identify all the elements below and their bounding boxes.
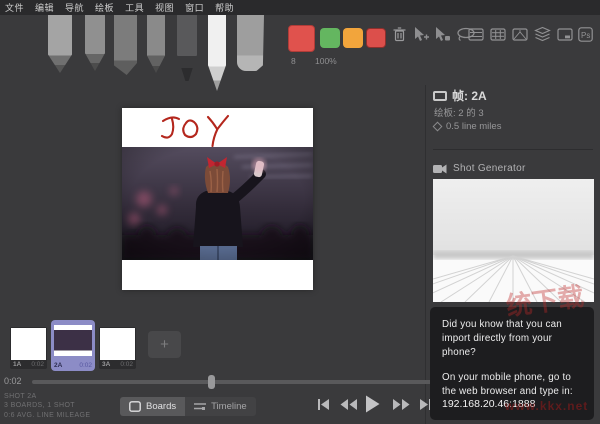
menu-file[interactable]: 文件 bbox=[5, 1, 24, 14]
thumbnail-image bbox=[100, 328, 135, 360]
move-cursor-icon[interactable] bbox=[434, 26, 451, 48]
timeline-scrubber-handle[interactable] bbox=[208, 375, 215, 389]
fast-forward-icon bbox=[392, 398, 410, 411]
tooltip-address: 192.168.20.46:1888 bbox=[442, 398, 535, 410]
line-mileage-label: 0.5 line miles bbox=[446, 121, 501, 132]
shot-generator-header[interactable]: Shot Generator bbox=[433, 163, 526, 174]
guide-grid-icon[interactable] bbox=[490, 28, 506, 46]
toolbar: 8 100% bbox=[0, 15, 600, 85]
tooltip-text-2: On your mobile phone, go to the web brow… bbox=[442, 371, 582, 399]
add-board-button[interactable]: + bbox=[148, 331, 181, 358]
boards-view-button[interactable]: Boards bbox=[120, 397, 185, 416]
view-toggle: Boards Timeline bbox=[120, 397, 256, 416]
tooltip-text-1: Did you know that you can import directl… bbox=[442, 318, 582, 361]
reference-photo bbox=[122, 147, 313, 260]
menu-boards[interactable]: 绘板 bbox=[95, 1, 114, 14]
palette-color-2[interactable] bbox=[343, 28, 363, 48]
menu-help[interactable]: 帮助 bbox=[215, 1, 234, 14]
board-duration: 0:02 bbox=[79, 362, 92, 369]
brush-opacity-value[interactable]: 100% bbox=[315, 56, 337, 66]
status-boards: 3 BOARDS, 1 SHOT bbox=[4, 401, 90, 410]
line-mileage: 0.5 line miles bbox=[434, 121, 501, 132]
photoshop-icon[interactable]: Ps bbox=[578, 27, 593, 47]
frame-icon bbox=[433, 91, 447, 101]
thumbnail-image bbox=[54, 325, 92, 356]
board-thumbnail-2a-selected[interactable]: 2A 0:02 bbox=[51, 320, 95, 371]
rewind-button[interactable] bbox=[340, 398, 358, 416]
board-duration: 0:02 bbox=[120, 361, 133, 368]
project-status: SHOT 2A 3 BOARDS, 1 SHOT 0:6 AVG. LINE M… bbox=[4, 392, 90, 420]
eraser-icon bbox=[237, 15, 264, 71]
onion-skin-icon[interactable] bbox=[534, 26, 551, 47]
timeline-view-button[interactable]: Timeline bbox=[185, 397, 256, 416]
captions-icon[interactable] bbox=[557, 28, 573, 46]
status-mileage: 0:6 AVG. LINE MILEAGE bbox=[4, 411, 90, 420]
frame-label: 帧: 2A bbox=[452, 87, 487, 104]
timeline-current-time: 0:02 bbox=[4, 376, 22, 386]
brush-icon bbox=[147, 15, 165, 73]
shot-generator-preview[interactable] bbox=[433, 179, 594, 302]
rewind-icon bbox=[340, 398, 358, 411]
boards-view-label: Boards bbox=[146, 401, 176, 412]
sidebar-divider bbox=[433, 149, 593, 150]
menu-bar: 文件 编辑 导航 绘板 工具 视图 窗口 帮助 bbox=[0, 0, 600, 15]
tool-tone[interactable] bbox=[114, 15, 137, 75]
timeline-view-label: Timeline bbox=[211, 401, 247, 412]
menu-window[interactable]: 窗口 bbox=[185, 1, 204, 14]
tool-brush[interactable] bbox=[147, 15, 165, 73]
menu-tools[interactable]: 工具 bbox=[125, 1, 144, 14]
tool-ink[interactable] bbox=[177, 15, 197, 81]
video-camera-icon bbox=[433, 164, 447, 174]
diamond-icon bbox=[433, 122, 443, 132]
ink-pen-icon bbox=[177, 15, 197, 81]
menu-navigation[interactable]: 导航 bbox=[65, 1, 84, 14]
tone-icon bbox=[114, 15, 137, 75]
boards-icon bbox=[129, 401, 141, 412]
tool-light-pencil[interactable] bbox=[48, 15, 72, 73]
board-duration: 0:02 bbox=[31, 361, 44, 368]
drawing-joy bbox=[122, 108, 313, 147]
board-id: 2A bbox=[54, 362, 62, 369]
tool-note-pen[interactable] bbox=[208, 15, 226, 91]
guide-letterbox-icon[interactable] bbox=[468, 28, 484, 46]
duplicate-cursor-icon[interactable] bbox=[413, 26, 430, 48]
palette-color-3[interactable] bbox=[366, 28, 386, 48]
tool-pencil[interactable] bbox=[85, 15, 105, 71]
play-icon bbox=[365, 395, 380, 413]
light-pencil-icon bbox=[48, 15, 72, 73]
board-id: 1A bbox=[13, 361, 21, 368]
thumbnail-image bbox=[11, 328, 46, 360]
palette-color-1[interactable] bbox=[320, 28, 340, 48]
fast-forward-button[interactable] bbox=[392, 398, 410, 416]
frame-header: 帧: 2A bbox=[433, 87, 487, 104]
drawing-canvas[interactable] bbox=[122, 108, 313, 290]
menu-edit[interactable]: 编辑 bbox=[35, 1, 54, 14]
brush-size-value[interactable]: 8 bbox=[291, 56, 296, 66]
trash-icon[interactable] bbox=[393, 27, 406, 47]
tool-eraser[interactable] bbox=[237, 15, 264, 71]
shot-generator-label: Shot Generator bbox=[453, 163, 526, 174]
guide-perspective-icon[interactable] bbox=[512, 28, 528, 46]
board-thumbnail-1a[interactable]: 1A 0:02 bbox=[10, 327, 47, 369]
pencil-icon bbox=[85, 15, 105, 71]
menu-view[interactable]: 视图 bbox=[155, 1, 174, 14]
phone-import-tooltip: Did you know that you can import directl… bbox=[430, 307, 594, 420]
board-thumbnail-3a[interactable]: 3A 0:02 bbox=[99, 327, 136, 369]
note-pen-icon bbox=[208, 15, 226, 91]
board-position-label: 绘板: 2 的 3 bbox=[434, 105, 484, 119]
board-id: 3A bbox=[102, 361, 110, 368]
timeline-icon bbox=[194, 401, 206, 412]
skip-first-icon bbox=[317, 398, 330, 411]
storyboarder-app: 文件 编辑 导航 绘板 工具 视图 窗口 帮助 bbox=[0, 0, 600, 424]
status-shot: SHOT 2A bbox=[4, 392, 90, 401]
svg-text:Ps: Ps bbox=[581, 31, 590, 40]
current-color-swatch[interactable] bbox=[288, 25, 315, 52]
skip-first-button[interactable] bbox=[317, 398, 330, 416]
play-button[interactable] bbox=[365, 395, 380, 418]
